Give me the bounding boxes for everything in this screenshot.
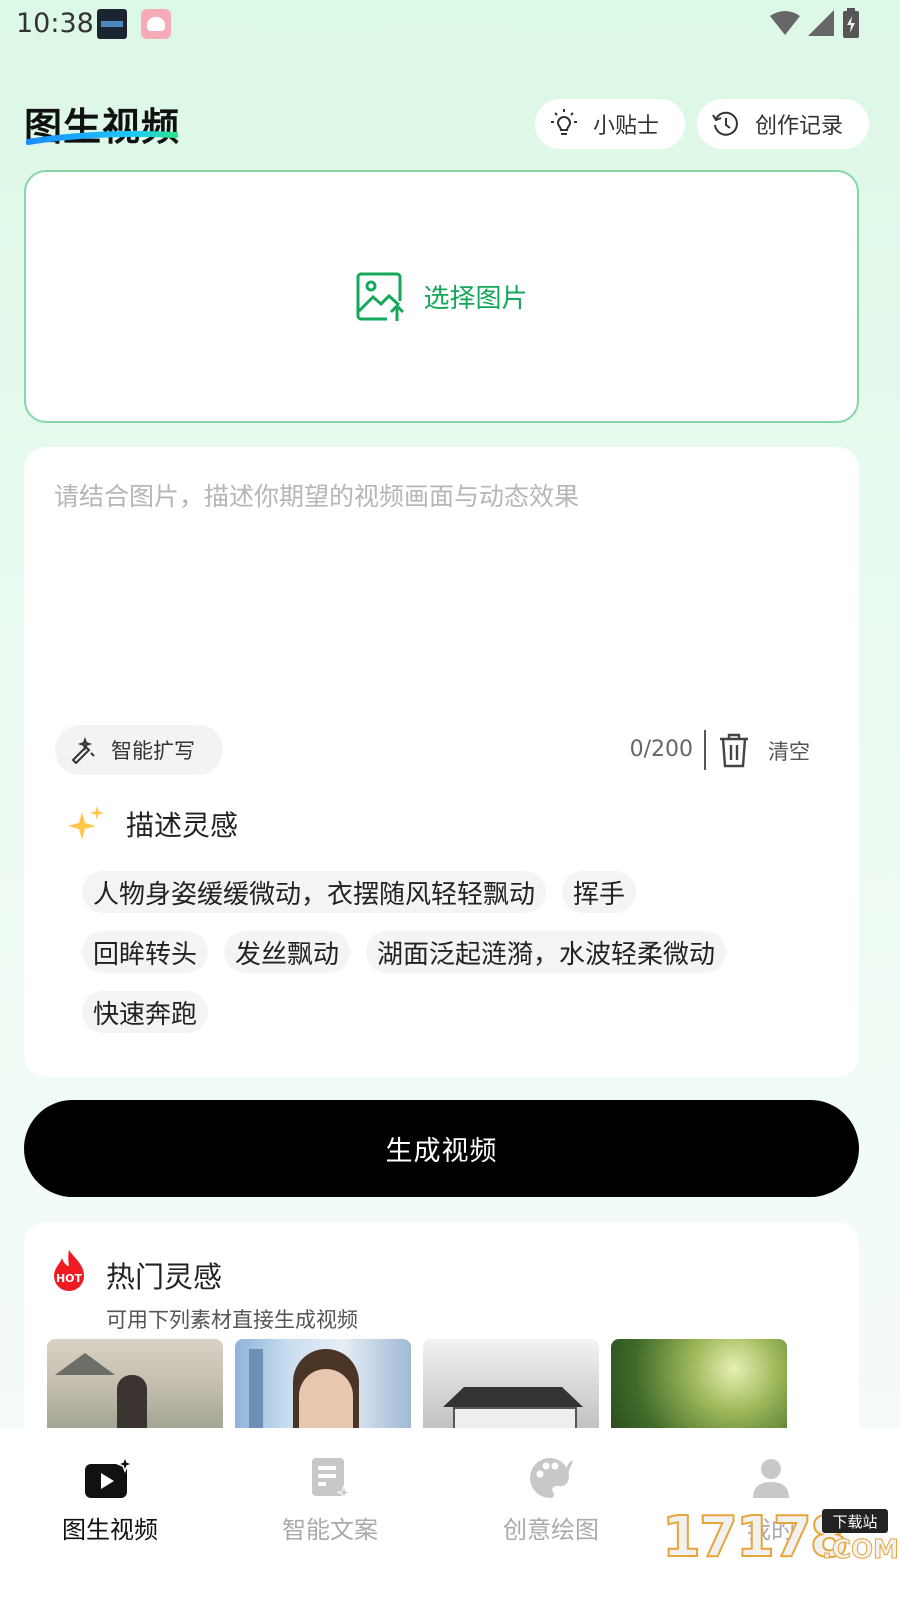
history-clock-icon (712, 111, 738, 136)
watermark-text: 17178 (661, 1504, 850, 1571)
watermark-badge: 下载站 (822, 1509, 888, 1533)
clock-app-icon (97, 9, 127, 39)
inspiration-chip[interactable]: 回眸转头 (82, 931, 209, 973)
image-upload-icon (356, 272, 405, 321)
nav-label: 创意绘图 (503, 1516, 599, 1544)
inspiration-chip[interactable]: 湖面泛起涟漪，水波轻柔微动 (366, 931, 727, 973)
inspiration-chip[interactable]: 快速奔跑 (82, 991, 209, 1033)
upload-label: 选择图片 (423, 284, 528, 314)
nav-label: 智能文案 (282, 1516, 378, 1544)
site-watermark: 17178 下载站 .COM (661, 1504, 899, 1571)
char-count: 0/200 (629, 737, 693, 762)
hot-badge-text: HOT (56, 1272, 83, 1285)
wifi-icon (770, 11, 800, 35)
smart-expand-label: 智能扩写 (111, 739, 195, 763)
hot-title: 热门灵感 (106, 1260, 223, 1294)
signal-icon (808, 10, 834, 36)
magic-wand-icon (71, 736, 95, 764)
hot-fire-icon: HOT (54, 1250, 84, 1291)
status-time: 10:38 (16, 8, 94, 39)
title-underline-stroke (26, 131, 178, 145)
inspiration-title: 描述灵感 (126, 809, 239, 842)
history-label: 创作记录 (755, 114, 844, 139)
palette-icon (530, 1458, 573, 1498)
inspiration-chip[interactable]: 挥手 (562, 871, 637, 913)
hot-subtitle: 可用下列素材直接生成视频 (106, 1308, 358, 1332)
nav-item-creative-drawing[interactable]: 创意绘图 (471, 1456, 631, 1545)
user-icon (753, 1459, 789, 1498)
inspiration-header: 描述灵感 (66, 804, 238, 844)
thumbnail-ink-village[interactable] (423, 1339, 599, 1439)
nav-item-image-to-video[interactable]: 图生视频 (30, 1456, 190, 1545)
prompt-card: 智能扩写 0/200 清空 描述灵感 人物身姿缓缓微动，衣摆随风轻轻飘动 挥手 … (24, 447, 859, 1077)
inspiration-chip[interactable]: 发丝飘动 (224, 931, 351, 973)
status-bar: 10:38 (0, 0, 900, 50)
lightbulb-icon (551, 109, 577, 135)
nav-item-smart-copy[interactable]: 智能文案 (250, 1456, 410, 1545)
prompt-input[interactable] (54, 477, 824, 697)
rice-bowl-app-icon (141, 9, 171, 39)
image-upload-area[interactable]: 选择图片 (24, 170, 859, 423)
trash-icon[interactable] (717, 732, 751, 768)
generate-video-button[interactable]: 生成视频 (24, 1100, 859, 1197)
tips-button[interactable]: 小贴士 (535, 99, 685, 149)
count-divider (704, 730, 706, 770)
status-indicators (770, 8, 860, 38)
watermark-suffix: .COM (822, 1535, 900, 1566)
tips-label: 小贴士 (593, 114, 660, 139)
history-button[interactable]: 创作记录 (697, 99, 869, 149)
inspiration-chip[interactable]: 人物身姿缓缓微动，衣摆随风轻轻飘动 (82, 871, 547, 913)
nav-label: 图生视频 (62, 1516, 158, 1544)
thumbnail-ancient-lady[interactable] (47, 1339, 223, 1439)
hot-inspiration-card: HOT 热门灵感 可用下列素材直接生成视频 (24, 1222, 859, 1452)
sparkles-icon (68, 806, 104, 840)
thumbnail-businesswoman[interactable] (235, 1339, 411, 1439)
inspiration-chips: 人物身姿缓缓微动，衣摆随风轻轻飘动 挥手 回眸转头 发丝飘动 湖面泛起涟漪，水波… (82, 871, 782, 1051)
clear-button[interactable]: 清空 (768, 736, 810, 766)
video-play-icon (85, 1456, 135, 1498)
thumbnail-forest[interactable] (611, 1339, 787, 1439)
battery-icon (843, 8, 859, 38)
document-icon (312, 1458, 352, 1500)
hot-thumbnails (47, 1339, 787, 1439)
smart-expand-button[interactable]: 智能扩写 (55, 725, 223, 775)
